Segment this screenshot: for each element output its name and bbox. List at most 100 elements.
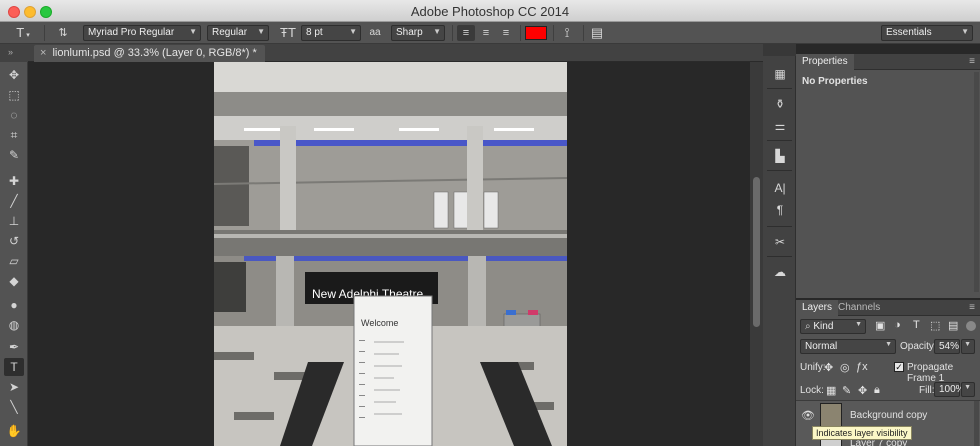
marquee-icon[interactable]: ⬚ <box>4 86 24 104</box>
warp-text-icon[interactable]: ⟟ <box>558 25 576 41</box>
path-selection-icon[interactable]: ➤ <box>4 378 24 396</box>
lock-transparent-icon[interactable]: ▦ <box>826 384 836 397</box>
workspace-select[interactable]: Essentials ▼ <box>881 25 973 41</box>
dock-grip[interactable] <box>763 44 796 56</box>
character-panel-icon[interactable]: A| <box>769 178 791 198</box>
creative-cloud-icon[interactable]: ☁ <box>769 262 791 282</box>
document-tab-title: lionlumi.psd @ 33.3% (Layer 0, RGB/8*) * <box>52 47 257 59</box>
fill-dropdown[interactable]: ▼ <box>961 382 975 397</box>
align-left-icon[interactable]: ≡ <box>457 25 475 41</box>
chevron-down-icon: ▼ <box>885 341 892 348</box>
lock-label: Lock: <box>800 385 824 396</box>
font-style-value: Regular <box>212 27 248 38</box>
panel-menu-icon[interactable]: ≡ <box>969 302 975 313</box>
layer-row[interactable]: 👁︎ Background copy <box>796 401 980 429</box>
antialias-select[interactable]: Sharp ▼ <box>391 25 445 41</box>
type-icon[interactable]: T <box>4 358 24 376</box>
history-panel-icon[interactable]: ▦ <box>769 64 791 84</box>
type-tool-preset-icon[interactable]: T ▾ <box>12 25 34 41</box>
align-right-icon[interactable]: ≡ <box>497 25 515 41</box>
lasso-icon[interactable]: ◌ <box>4 106 24 124</box>
document-image[interactable]: New Adelphi Theatre Welcome <box>214 62 567 446</box>
properties-panel: Properties ≡ No Properties <box>796 54 980 298</box>
layer-thumbnail <box>820 403 842 427</box>
hand-icon[interactable]: ✋ <box>4 422 24 440</box>
font-style-select[interactable]: Regular ▼ <box>207 25 269 41</box>
adjustments-panel-icon[interactable]: ⚱ <box>769 94 791 114</box>
opacity-dropdown[interactable]: ▼ <box>961 339 975 354</box>
propagate-checkbox[interactable]: ✓ <box>894 362 904 372</box>
filter-smart-object-icon[interactable]: ▤ <box>948 319 958 332</box>
sliders-panel-icon[interactable]: ⚌ <box>769 116 791 136</box>
crop-icon[interactable]: ⌗ <box>4 126 24 144</box>
unify-label: Unify: <box>800 362 826 373</box>
unify-visibility-icon[interactable]: ◎ <box>840 361 850 374</box>
text-color-swatch[interactable] <box>525 26 547 40</box>
unify-position-icon[interactable]: ✥ <box>824 361 833 374</box>
eyedropper-icon[interactable]: ✎ <box>4 146 24 164</box>
properties-scrollbar[interactable] <box>974 72 979 292</box>
eraser-icon[interactable]: ▱ <box>4 252 24 270</box>
opacity-input[interactable]: 54% <box>934 339 960 354</box>
collapse-icon[interactable]: » <box>8 47 13 57</box>
pen-icon[interactable]: ✒ <box>4 338 24 356</box>
move-icon[interactable]: ✥ <box>4 66 24 84</box>
paragraph-panel-icon[interactable]: ¶ <box>769 200 791 220</box>
character-panel-icon[interactable]: ▤ <box>588 25 606 41</box>
layer-name: Background copy <box>850 410 928 421</box>
close-tab-icon[interactable]: × <box>40 47 46 59</box>
chevron-down-icon: ▼ <box>964 384 971 391</box>
brush-icon[interactable]: ╱ <box>4 192 24 210</box>
clone-stamp-icon[interactable]: ⊥ <box>4 212 24 230</box>
photo-illustration: New Adelphi Theatre Welcome <box>214 62 567 446</box>
history-brush-icon[interactable]: ↺ <box>4 232 24 250</box>
dodge-icon[interactable]: ◍ <box>4 316 24 334</box>
layers-scrollbar[interactable] <box>974 401 979 446</box>
paint-bucket-icon[interactable]: ◆ <box>4 272 24 290</box>
lock-all-icon[interactable]: 🔒︎ <box>874 384 880 397</box>
eye-icon[interactable]: 👁︎ <box>801 409 815 422</box>
layer-visibility-tooltip: Indicates layer visibility <box>812 426 912 440</box>
fill-input[interactable]: 100% <box>934 382 965 397</box>
antialias-icon: aa <box>369 27 381 38</box>
document-tab[interactable]: × lionlumi.psd @ 33.3% (Layer 0, RGB/8*) … <box>34 45 265 62</box>
filter-shape-icon[interactable]: ⬚ <box>930 319 940 332</box>
font-family-select[interactable]: Myriad Pro Regular ▼ <box>83 25 201 41</box>
tab-channels[interactable]: Channels <box>832 300 886 316</box>
align-center-icon[interactable]: ≡ <box>477 25 495 41</box>
lock-position-icon[interactable]: ✥ <box>858 384 867 397</box>
toolbar-grip: » <box>0 44 28 62</box>
title-bar: Adobe Photoshop CC 2014 <box>0 0 980 22</box>
line-icon[interactable]: ╲ <box>4 398 24 416</box>
text-orientation-icon[interactable]: ⇅ <box>54 25 72 41</box>
tool-presets-icon[interactable]: ✂ <box>769 232 791 252</box>
filter-toggle[interactable] <box>966 321 976 331</box>
layers-panel: Layers Channels ≡ ⌕ Kind ▼ ▣ ◑ T ⬚ ▤ Nor… <box>796 300 980 446</box>
propagate-label: Propagate Frame 1 <box>907 362 954 384</box>
font-family-value: Myriad Pro Regular <box>88 27 175 38</box>
font-size-select[interactable]: 8 pt ▼ <box>301 25 361 41</box>
fill-label: Fill: <box>919 385 935 396</box>
workspace-value: Essentials <box>886 27 932 38</box>
chevron-down-icon: ▼ <box>433 27 441 36</box>
unify-style-icon[interactable]: ƒx <box>856 361 868 373</box>
antialias-value: Sharp <box>396 27 423 38</box>
layer-filter-value: Kind <box>813 321 834 332</box>
search-icon: ⌕ <box>805 321 811 332</box>
blur-icon[interactable]: ● <box>4 296 24 314</box>
blend-mode-select[interactable]: Normal ▼ <box>800 339 896 354</box>
healing-brush-icon[interactable]: ✚ <box>4 172 24 190</box>
chevron-down-icon: ▼ <box>257 27 265 36</box>
lock-pixels-icon[interactable]: ✎ <box>842 384 851 397</box>
panel-menu-icon[interactable]: ≡ <box>969 56 975 67</box>
canvas-scrollbar[interactable] <box>750 62 763 446</box>
scrollbar-thumb[interactable] <box>753 177 760 327</box>
filter-adjustment-icon[interactable]: ◑ <box>894 319 901 331</box>
chevron-down-icon: ▼ <box>189 27 197 36</box>
filter-type-icon[interactable]: T <box>913 319 920 331</box>
tab-properties[interactable]: Properties <box>796 54 854 70</box>
paragraph-styles-icon[interactable]: ▙ <box>769 146 791 166</box>
font-size-icon: ŦT <box>280 25 296 40</box>
layer-filter-select[interactable]: ⌕ Kind ▼ <box>800 319 866 334</box>
filter-pixel-icon[interactable]: ▣ <box>875 319 885 332</box>
